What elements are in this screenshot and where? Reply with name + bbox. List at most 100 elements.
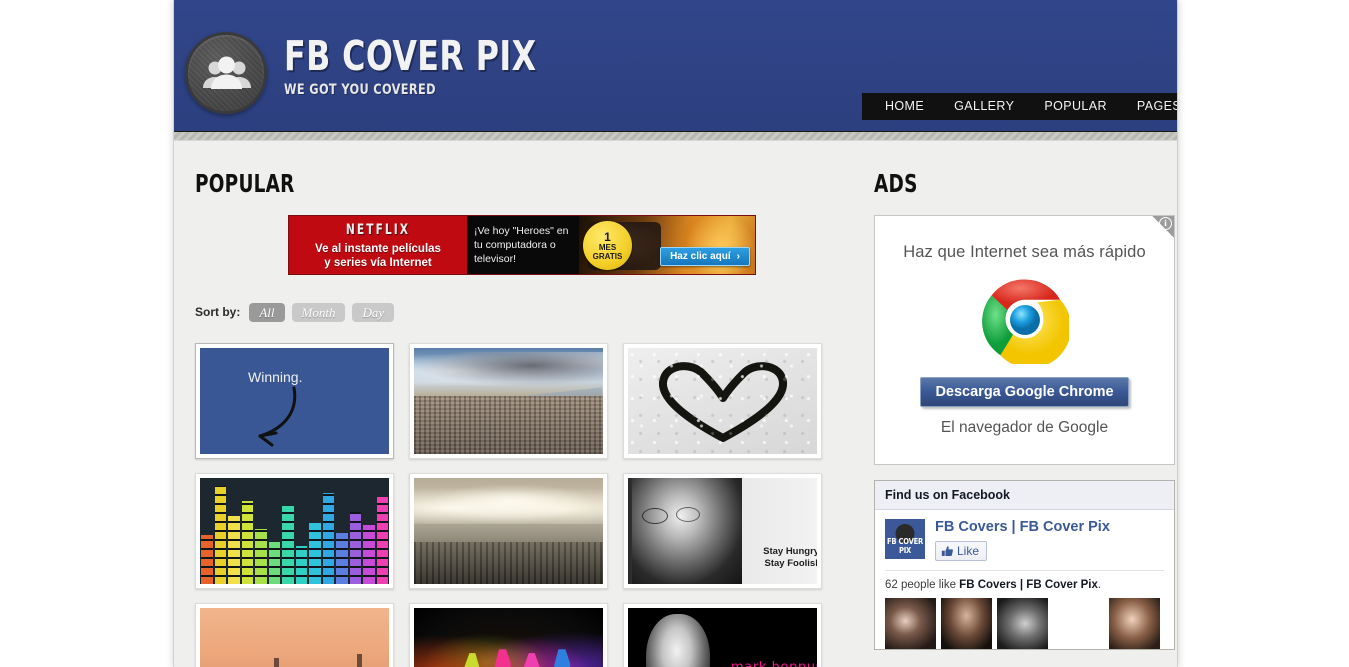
facebook-like-count: 62 people like FB Covers | FB Cover Pix. (885, 570, 1164, 591)
friend-avatar[interactable] (1053, 598, 1104, 649)
cover-caption: Winning. (248, 369, 303, 385)
cover-tile-nyc-aerial[interactable] (409, 343, 608, 459)
facebook-like-label: Like (957, 544, 980, 558)
cover-thumb (414, 608, 603, 667)
info-glyph: i (1159, 217, 1172, 230)
cover-thumb: Winning. (200, 348, 389, 454)
heart-icon (658, 362, 787, 442)
banner-cta-button[interactable]: Haz clic aquí › (660, 247, 750, 266)
sort-option-day[interactable]: Day (352, 302, 395, 322)
brand-title: FB COVER PIX (284, 32, 537, 80)
clouds-layer (414, 484, 603, 524)
cover-grid: Winning. Stay Hungry, Stay Foolish (195, 343, 852, 667)
free-month-badge: 1 MES GRATIS (583, 221, 632, 270)
suspension-bridge-icon (274, 654, 362, 667)
friend-avatar[interactable] (1109, 598, 1160, 649)
brand-tagline: WE GOT YOU COVERED (284, 82, 436, 98)
netflix-banner-ad[interactable]: NETFLIX Ve al instante películas y serie… (288, 215, 756, 275)
friend-avatar[interactable] (941, 598, 992, 649)
like-count-prefix: 62 people like (885, 579, 960, 591)
banner-image-panel: 1 MES GRATIS Haz clic aquí › (579, 216, 755, 274)
main-navigation: HOME GALLERY POPULAR PAGES (862, 93, 1177, 120)
cover-tile-bridge-sunset[interactable] (195, 603, 394, 667)
cover-thumb (628, 348, 817, 454)
walking-figures-icon (464, 649, 571, 667)
sidebar-column: ADS i Haz que Internet sea más rápido De… (874, 169, 1176, 667)
facebook-page-info: FB Covers | FB Cover Pix Like (935, 519, 1110, 561)
sort-bar: Sort by: All Month Day (195, 302, 852, 322)
google-chrome-ad[interactable]: i Haz que Internet sea más rápido Descar… (874, 215, 1175, 465)
facebook-friend-faces (875, 591, 1174, 649)
page-title: POPULAR (195, 169, 295, 198)
cover-tile-equalizer[interactable] (195, 473, 394, 589)
facebook-like-widget: Find us on Facebook FB COVER PIX FB Cove… (874, 480, 1175, 650)
badge-number: 1 (604, 229, 611, 244)
clouds-layer (414, 352, 603, 386)
sort-option-month[interactable]: Month (291, 302, 346, 322)
facebook-page-thumbnail[interactable]: FB COVER PIX (885, 519, 925, 559)
nav-item-home[interactable]: HOME (870, 93, 939, 120)
avatar (1053, 598, 1104, 649)
cover-thumb: mark hoppus (628, 608, 817, 667)
header-divider-stripe (174, 131, 1177, 141)
sort-option-all[interactable]: All (249, 302, 285, 322)
brand: FB COVER PIX WE GOT YOU COVERED (284, 32, 578, 99)
ads-section-title: ADS (874, 169, 918, 198)
netflix-logo: NETFLIX (345, 222, 411, 238)
cover-tile-steve-jobs[interactable]: Stay Hungry, Stay Foolish (623, 473, 822, 589)
avatar (941, 598, 992, 649)
chrome-logo-icon (981, 279, 1069, 364)
cover-thumb (200, 478, 389, 584)
facebook-like-button[interactable]: Like (935, 541, 988, 561)
cover-thumb (414, 478, 603, 584)
nav-item-pages-label: PAGES (1136, 99, 1177, 113)
facebook-page-name[interactable]: FB Covers | FB Cover Pix (935, 519, 1110, 535)
nav-item-gallery[interactable]: GALLERY (939, 93, 1029, 120)
banner-mid-line2: tu computadora o (474, 239, 556, 251)
banner-tagline-line2: y series vía Internet (324, 257, 432, 269)
friend-avatar[interactable] (885, 598, 936, 649)
thumbs-up-icon (941, 545, 953, 556)
page-thumb-label: FB COVER PIX (886, 537, 923, 555)
ad-choices-info-icon[interactable]: i (1152, 216, 1174, 238)
page-container: FB COVER PIX WE GOT YOU COVERED HOME GAL… (174, 0, 1177, 667)
content-area: POPULAR NETFLIX Ve al instante películas… (174, 141, 1177, 667)
main-column: POPULAR NETFLIX Ve al instante películas… (195, 169, 852, 667)
banner-tagline-line1: Ve al instante películas (315, 243, 441, 255)
nav-item-popular[interactable]: POPULAR (1029, 93, 1122, 120)
avatar (1109, 598, 1160, 649)
cover-thumb (200, 608, 389, 667)
sort-label: Sort by: (195, 305, 241, 319)
avatar (997, 598, 1048, 649)
avatar (885, 598, 936, 649)
banner-middle-text: ¡Ve hoy "Heroes" en tu computadora o tel… (467, 216, 579, 274)
cover-tile-sepia-city[interactable] (409, 473, 608, 589)
cover-caption: Stay Hungry, Stay Foolish (763, 546, 817, 570)
badge-line2: GRATIS (592, 251, 623, 261)
badge-line1: MES (598, 242, 617, 252)
banner-tagline: Ve al instante películas y series vía In… (293, 242, 463, 270)
skyline-layer (414, 542, 603, 584)
cover-tile-winning[interactable]: Winning. (195, 343, 394, 459)
city-layer (414, 396, 603, 454)
banner-left-panel: NETFLIX Ve al instante películas y serie… (289, 216, 467, 274)
cover-tile-mark-hoppus[interactable]: mark hoppus (623, 603, 822, 667)
facebook-widget-header: Find us on Facebook (875, 481, 1174, 510)
banner-mid-line3: televisor! (474, 253, 517, 265)
cover-caption-line1: Stay Hungry, (763, 546, 817, 557)
cover-caption: mark hoppus (731, 660, 817, 667)
cover-tile-colorful-walkers[interactable] (409, 603, 608, 667)
glasses-left-icon (642, 508, 668, 524)
arrow-right-icon: › (736, 251, 740, 262)
nav-item-pages[interactable]: PAGES (1122, 93, 1177, 120)
cover-tile-heart-in-snow[interactable] (623, 343, 822, 459)
friend-avatar[interactable] (997, 598, 1048, 649)
facebook-page-row: FB COVER PIX FB Covers | FB Cover Pix Li… (875, 510, 1174, 561)
like-count-suffix: . (1097, 579, 1102, 591)
ad-headline: Haz que Internet sea más rápido (903, 243, 1146, 261)
cover-thumb (414, 348, 603, 454)
download-chrome-button[interactable]: Descarga Google Chrome (920, 377, 1129, 407)
cover-caption-line2: Stay Foolish (764, 558, 817, 569)
banner-mid-line1: ¡Ve hoy "Heroes" en (474, 225, 569, 237)
site-header: FB COVER PIX WE GOT YOU COVERED HOME GAL… (174, 0, 1177, 131)
